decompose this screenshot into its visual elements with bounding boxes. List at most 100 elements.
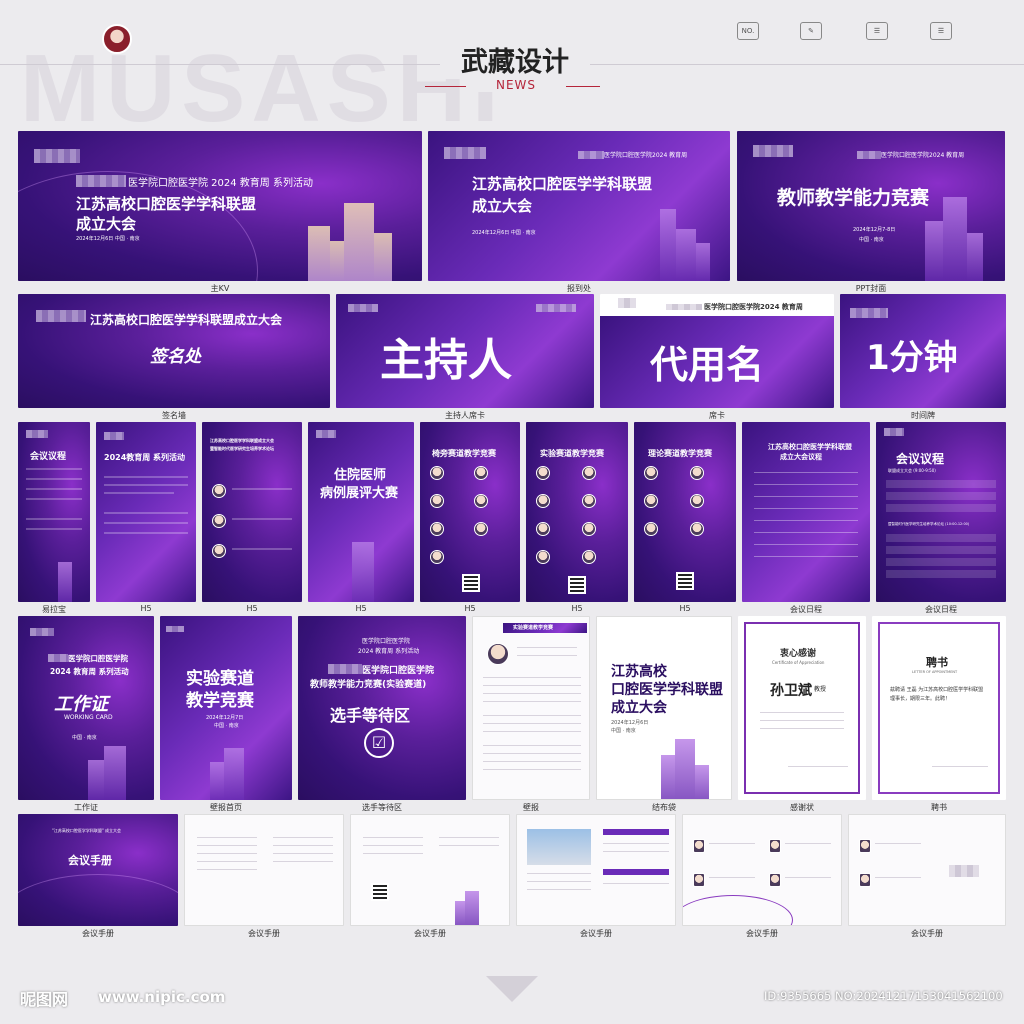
- campus-photo: [527, 829, 591, 865]
- sign-wall-card[interactable]: 江苏高校口腔医学学科联盟成立大会 签名处: [18, 294, 330, 408]
- text-line: [527, 881, 591, 882]
- caption: 会议日程: [790, 605, 822, 614]
- h5-card-6[interactable]: 理论赛道教学竞赛: [634, 422, 736, 602]
- caption: 会议手册: [746, 929, 778, 938]
- h5-forum-2: 暨智能时代医学研究生培养学术论坛: [210, 446, 274, 451]
- caption: 时间牌: [911, 411, 935, 420]
- manual-page-5[interactable]: [848, 814, 1006, 926]
- table-row: [754, 496, 858, 497]
- caption: H5: [355, 604, 367, 613]
- lab-place: 中国 · 南京: [214, 723, 239, 729]
- text-line: [439, 845, 499, 846]
- bag-title-1: 江苏高校: [611, 664, 667, 680]
- table-row: [26, 518, 82, 520]
- host-card[interactable]: 主持人: [336, 294, 594, 408]
- rollup-card[interactable]: 会议议程: [18, 422, 90, 602]
- number-icon[interactable]: NO.: [737, 22, 759, 40]
- hire-body: 兹聘请 王磊 为江苏高校口腔医学学科联盟理事长，期限三年。此聘！: [890, 687, 984, 702]
- blurred-logo: [36, 310, 86, 322]
- speaker-photo: [212, 544, 226, 558]
- thanks-en: Certificate of Appreciation: [772, 660, 825, 665]
- speaker-photo: [474, 522, 488, 536]
- tote-bag-card[interactable]: 江苏高校 口腔医学学科联盟 成立大会 2024年12月6日 中国 · 南京: [596, 616, 732, 800]
- hire-en: LETTER OF APPOINTMENT: [912, 670, 958, 674]
- seat-icon: ☑: [364, 728, 394, 758]
- work-title-2: 2024 教育周 系列活动: [50, 667, 129, 676]
- poster-card[interactable]: 实验赛道教学竞赛: [472, 616, 590, 800]
- h5-card-4[interactable]: 椅旁赛道教学竞赛: [420, 422, 520, 602]
- h5-card-5[interactable]: 实验赛道教学竞赛: [526, 422, 628, 602]
- blurred-logo: [884, 428, 904, 436]
- table-row: [754, 544, 858, 545]
- list-icon[interactable]: ☰: [866, 22, 888, 40]
- brand-title: 武藏设计: [440, 40, 590, 79]
- text-line: [483, 753, 581, 754]
- h5-title: 2024教育周 系列活动: [104, 453, 186, 462]
- blurred-text: [949, 865, 979, 877]
- agenda-card-2[interactable]: 会议议程 联盟成立大会 (9:00-9:50) 暨智能时代医学研究生培养学术论坛…: [876, 422, 1006, 602]
- footer-url[interactable]: www.nipic.com: [98, 988, 225, 1006]
- speaker-photo: [693, 873, 705, 887]
- blurred-logo: [444, 147, 486, 159]
- text-line: [875, 843, 921, 844]
- h5-card-3[interactable]: 住院医师 病例展评大赛: [308, 422, 414, 602]
- blurred-logo: [30, 628, 54, 636]
- waiting-area-card[interactable]: 医学院口腔医学院 2024 教育周 系列活动 医学院口腔医学院 教师教学能力竞赛…: [298, 616, 466, 800]
- manual-page-4[interactable]: [682, 814, 842, 926]
- blurred-logo: [26, 430, 48, 438]
- text-line: [363, 845, 423, 846]
- work-card[interactable]: 医学院口腔医学院 2024 教育周 系列活动 工作证 WORKING CARD …: [18, 616, 154, 800]
- building-graphic: [465, 891, 479, 925]
- h5-resident-1: 住院医师: [334, 468, 387, 483]
- text-line: [709, 843, 755, 844]
- h5-card-1[interactable]: 2024教育周 系列活动: [96, 422, 196, 602]
- appointment-card[interactable]: 聘书 LETTER OF APPOINTMENT 兹聘请 王磊 为江苏高校口腔医…: [872, 616, 1006, 800]
- host-text: 主持人: [380, 335, 512, 386]
- wait-area-title: 选手等待区: [330, 706, 411, 725]
- signin-title-line2: 成立大会: [472, 197, 533, 215]
- table-row: [886, 504, 996, 512]
- text-line: [932, 766, 988, 767]
- work-card-en: WORKING CARD: [64, 714, 113, 721]
- manual-page-3[interactable]: [516, 814, 676, 926]
- work-title-1: 医学院口腔医学院: [68, 654, 128, 663]
- h5-theory-title: 理论赛道教学竞赛: [648, 449, 712, 458]
- caption: H5: [571, 604, 583, 613]
- manual-cover-card[interactable]: "江苏高校口腔医学学科联盟" 成立大会 会议手册: [18, 814, 178, 926]
- caption: 工作证: [74, 803, 98, 812]
- table-row: [26, 468, 82, 470]
- table-row: [26, 498, 82, 500]
- thanks-name: 孙卫斌: [770, 683, 812, 699]
- kv-date: 2024年12月6日 中国 · 南京: [76, 236, 140, 242]
- h5-card-2[interactable]: 江苏高校口腔医学学科联盟成立大会 暨智能时代医学研究生培养学术论坛: [202, 422, 302, 602]
- news-label: NEWS: [466, 78, 566, 92]
- manual-page-1[interactable]: [184, 814, 344, 926]
- text-line: [527, 873, 591, 874]
- caption: PPT封面: [855, 284, 887, 293]
- speaker-photo: [430, 550, 444, 564]
- text-line: [483, 761, 581, 762]
- signin-date: 2024年12月6日 中国 · 南京: [472, 230, 536, 236]
- thanks-title: 衷心感谢: [780, 649, 817, 659]
- text-line: [788, 766, 848, 767]
- layers-icon[interactable]: ☰: [930, 22, 952, 40]
- building-graphic: [660, 209, 676, 281]
- hire-title: 聘书: [926, 656, 948, 669]
- ppt-cover-card[interactable]: 医学院口腔医学院2024 教育周 教师教学能力竞赛 2024年12月7-8日 中…: [737, 131, 1005, 281]
- time-card[interactable]: 1分钟: [840, 294, 1006, 408]
- seat-card[interactable]: 医学院口腔医学院2024 教育周 代用名: [600, 294, 834, 408]
- main-kv-card[interactable]: 医学院口腔医学院 2024 教育周 系列活动 江苏高校口腔医学学科联盟 成立大会…: [18, 131, 422, 281]
- manual-page-2[interactable]: [350, 814, 510, 926]
- table-row: [886, 534, 996, 542]
- caption: H5: [679, 604, 691, 613]
- appreciation-card[interactable]: 衷心感谢 Certificate of Appreciation 孙卫斌 教授: [738, 616, 866, 800]
- text-line: [197, 837, 257, 838]
- agenda-card-1[interactable]: 江苏高校口腔医学学科联盟 成立大会议程: [742, 422, 870, 602]
- edit-icon[interactable]: ✎: [800, 22, 822, 40]
- text-line: [439, 837, 499, 838]
- poster-cover-card[interactable]: 实验赛道 教学竞赛 2024年12月7日 中国 · 南京: [160, 616, 292, 800]
- text-line: [104, 532, 188, 534]
- signin-card[interactable]: 医学院口腔医学院2024 教育周 江苏高校口腔医学学科联盟 成立大会 2024年…: [428, 131, 730, 281]
- avatar[interactable]: [102, 24, 132, 54]
- text-line: [483, 723, 581, 724]
